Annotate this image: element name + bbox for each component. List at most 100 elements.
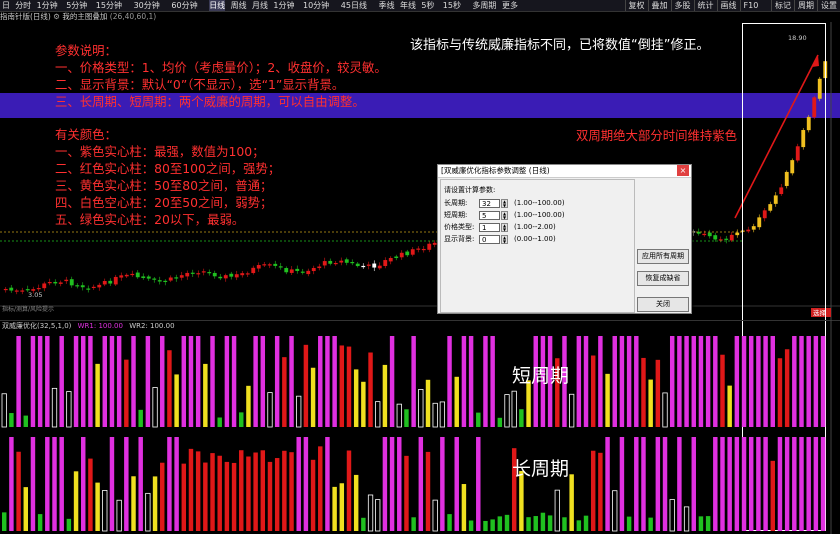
period-tab[interactable]: 15分钟 [96,0,122,11]
histogram-bar [246,385,251,427]
apply-all-periods-button[interactable]: 应用所有周期 [637,249,689,264]
subchart-legend: 双威廉优化(32,5,1,0) WR1: 100.00 WR2: 100.00 [2,321,175,330]
toolbar-button[interactable]: 叠加 [647,0,671,11]
histogram-bar [9,413,14,427]
histogram-bar [418,437,424,531]
dialog-titlebar[interactable]: [双威廉优化指标参数调整 (日线) × [438,165,691,178]
spinner-icon[interactable]: ▲ ▼ [501,198,508,208]
histogram-bar [562,517,567,531]
histogram-bar [569,393,575,428]
spinner-icon[interactable]: ▲ ▼ [501,210,508,220]
histogram-bar [447,336,452,427]
double-williams-histogram[interactable]: 双威廉优化(32,5,1,0) WR1: 100.00 WR2: 100.00 [0,320,840,534]
toolbar-button[interactable]: 复权 [624,0,648,11]
histogram-bar [23,415,29,427]
period-tab[interactable]: 1分钟 [273,0,294,11]
spinner-icon[interactable]: ▲ ▼ [501,234,508,244]
histogram-bar [583,336,589,427]
histogram-bar [367,494,374,532]
histogram-bar [691,437,696,531]
period-tab[interactable]: 季线 [379,0,395,11]
toolbar-button[interactable]: 画线 [716,0,740,11]
dialog-title: [双威廉优化指标参数调整 (日线) [441,166,550,175]
candle-body [218,276,223,279]
histogram-bar [820,437,826,531]
histogram-bar [361,517,366,531]
candle-body [108,280,113,284]
candle-body [157,280,162,282]
param-value-input[interactable]: 0 [479,234,500,244]
period-tab[interactable]: 5秒 [421,0,434,11]
candle-body [707,232,712,237]
histogram-bar [476,412,481,427]
period-tab[interactable]: 5分钟 [66,0,87,11]
period-tab[interactable]: 10分钟 [303,0,329,11]
period-tab[interactable]: 日线 [209,0,226,11]
histogram-bar [677,437,682,531]
histogram-bar [662,392,668,428]
histogram-bar [684,336,689,427]
histogram-bar [504,514,510,531]
dialog-close-button[interactable]: 关闭 [637,297,689,312]
period-tab[interactable]: 多周期 [472,0,496,11]
histogram-bar [325,336,330,427]
histogram-bar [210,336,215,427]
period-tab[interactable]: 月线 [252,0,268,11]
chart-footer-text: 指标/测算/风险提示 [2,305,54,313]
params-line: 参数说明： [55,43,117,58]
overlay-indicator-name[interactable]: 我的主图叠加 [62,12,107,21]
candle-body [350,262,355,264]
histogram-bar [52,437,57,531]
candle-body [36,288,41,290]
histogram-bar [411,517,416,531]
period-tab[interactable]: 更多 [502,0,518,11]
candle-body [130,273,135,276]
param-value-input[interactable]: 5 [479,210,500,220]
toolbar-button[interactable]: 周期 [794,0,817,11]
histogram-bar [332,486,337,531]
period-tab[interactable]: 分时 [15,0,31,11]
histogram-bar [605,373,610,427]
histogram-bar [289,452,294,531]
toolbar-button[interactable]: 标记 [771,0,794,11]
candle-body [372,263,377,268]
period-tab[interactable]: 30分钟 [134,0,160,11]
toolbar-button[interactable]: F10 [739,0,762,11]
restore-default-button[interactable]: 恢复成缺省 [637,271,689,286]
close-icon[interactable]: × [677,165,689,176]
histogram-bar [389,336,395,427]
parameter-dialog[interactable]: [双威廉优化指标参数调整 (日线) × 请设置计算参数: 长周期: 32 ▲ ▼ (1.… [437,164,692,314]
settings-icon[interactable]: ⚙ [53,12,60,21]
histogram-bar [720,354,725,427]
period-tab[interactable]: 60分钟 [171,0,197,11]
period-tab[interactable]: 周线 [231,0,247,11]
period-tab[interactable]: 15秒 [443,0,461,11]
histogram-bar [813,437,819,531]
candle-body [9,287,14,291]
toolbar-button[interactable]: 统计 [693,0,717,11]
histogram-bar [590,450,596,531]
param-value-input[interactable]: 1 [479,222,500,232]
histogram-bar [267,461,273,531]
period-tab[interactable]: 日 [2,0,10,11]
histogram-bar [713,437,718,531]
toolbar-button[interactable]: 设置 [817,0,840,11]
param-range: (1.00--100.00) [514,199,565,207]
histogram-bar [439,401,445,428]
histogram-bar [253,336,258,427]
histogram-bar [483,336,488,427]
param-value-input[interactable]: 32 [479,198,500,208]
toolbar-button[interactable]: 多股 [670,0,694,11]
histogram-bar [138,437,143,531]
spinner-icon[interactable]: ▲ ▼ [501,222,508,232]
histogram-bar [655,359,661,427]
histogram-bar [454,437,459,531]
period-tab[interactable]: 1分钟 [37,0,58,11]
period-tab[interactable]: 45日线 [341,0,367,11]
histogram-bar [167,350,172,427]
period-tab[interactable]: 年线 [400,0,416,11]
histogram-bar [382,437,388,531]
histogram-bar [389,437,395,531]
subchart-indicator-name[interactable]: 双威廉优化(32,5,1,0) [2,321,72,330]
histogram-bar [734,437,740,531]
